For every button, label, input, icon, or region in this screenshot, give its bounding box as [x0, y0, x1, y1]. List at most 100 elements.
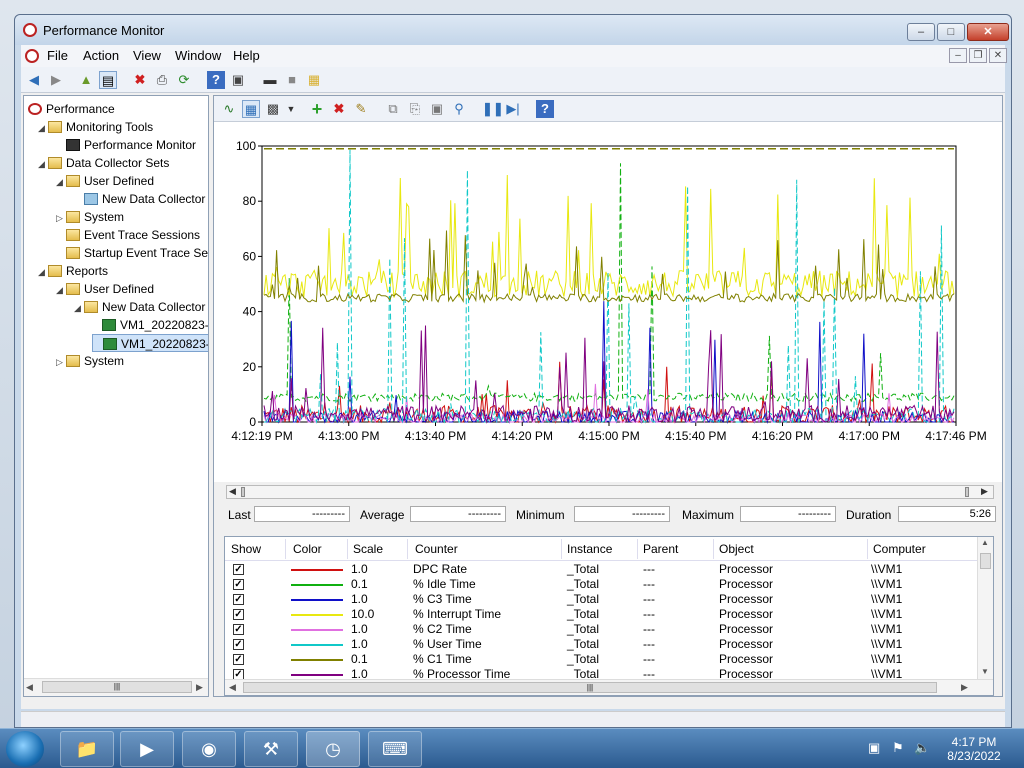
graph-canvas[interactable]: 100 80 60 40 20 04:12:19 PM 4:13:00 PM 4:13:40 …	[214, 122, 1002, 482]
performance-monitor-view-icon[interactable]: ▬	[261, 71, 279, 89]
counter-legend-table[interactable]: Show Color Scale Counter Instance Parent…	[224, 536, 994, 696]
tree-horizontal-scrollbar[interactable]: ◀ ||| ▶	[24, 678, 208, 696]
menu-help[interactable]: Help	[233, 48, 260, 63]
performance-monitor-taskbar-icon[interactable]: ◷	[306, 731, 360, 767]
column-separator[interactable]	[637, 539, 638, 559]
show-checkbox[interactable]: ✓	[233, 624, 244, 635]
minimize-button[interactable]: –	[907, 23, 935, 41]
legend-row[interactable]: ✓ 10.0 % Interrupt Time _Total --- Processor \…	[225, 607, 977, 622]
expanded-arrow-icon[interactable]: ◢	[38, 155, 48, 173]
zoom-icon[interactable]: ⚲	[450, 100, 468, 118]
column-header-show[interactable]: Show	[231, 542, 261, 556]
tree-node[interactable]: New Data Collector	[74, 190, 205, 208]
show-checkbox[interactable]: ✓	[233, 609, 244, 620]
print-icon[interactable]: ⎙	[153, 71, 171, 89]
change-graph-type-icon[interactable]: ▩	[264, 100, 282, 118]
copy-properties-icon[interactable]: ⧉	[384, 100, 402, 118]
media-player-taskbar-icon[interactable]: ▶	[120, 731, 174, 767]
legend-vertical-scrollbar[interactable]: ▲ ▼	[977, 537, 993, 679]
column-header-object[interactable]: Object	[719, 542, 754, 556]
title-bar[interactable]: Performance Monitor – □ ✕	[15, 15, 1011, 45]
tree-node[interactable]: Event Trace Sessions	[56, 226, 200, 244]
network-tray-icon[interactable]: ▣	[868, 740, 880, 756]
chrome-taskbar-icon[interactable]: ◉	[182, 731, 236, 767]
freeze-display-icon[interactable]: ❚❚	[482, 100, 504, 118]
tree-node[interactable]: ▷ System	[56, 352, 124, 370]
show-checkbox[interactable]: ✓	[233, 639, 244, 650]
stop-icon[interactable]: ■	[283, 71, 301, 89]
expanded-arrow-icon[interactable]: ◢	[38, 263, 48, 281]
legend-row[interactable]: ✓ 1.0 % User Time _Total --- Processor \\VM1	[225, 637, 977, 652]
start-button[interactable]	[6, 731, 44, 767]
child-restore-icon[interactable]: ❐	[969, 48, 987, 63]
action-center-tray-icon[interactable]: ⚑	[892, 740, 904, 756]
expanded-arrow-icon[interactable]: ◢	[38, 119, 48, 137]
paste-counter-list-icon[interactable]: ⎘	[406, 100, 424, 118]
column-header-scale[interactable]: Scale	[353, 542, 383, 556]
tree-node[interactable]: Performance	[28, 100, 115, 118]
add-counter-icon[interactable]: +	[308, 100, 326, 118]
tree-node[interactable]: ◢ New Data Collector	[74, 298, 205, 316]
scroll-right-icon[interactable]: ▶	[981, 486, 988, 497]
child-close-icon[interactable]: ✕	[989, 48, 1007, 63]
explorer-taskbar-icon[interactable]: 📁	[60, 731, 114, 767]
legend-horizontal-scrollbar[interactable]: ◀ ||| ▶	[225, 679, 993, 695]
range-end-handle[interactable]	[965, 487, 969, 497]
column-separator[interactable]	[867, 539, 868, 559]
legend-hscroll-thumb[interactable]: |||	[243, 682, 937, 693]
tree-node[interactable]: Startup Event Trace Ses	[56, 244, 208, 262]
column-separator[interactable]	[561, 539, 562, 559]
graph-type-dropdown-icon[interactable]: ▼	[282, 100, 300, 118]
clock[interactable]: 4:17 PM 8/23/2022	[936, 735, 1012, 763]
legend-row[interactable]: ✓ 0.1 % C1 Time _Total --- Processor \\VM1	[225, 652, 977, 667]
tree-node[interactable]: VM1_20220823-0	[92, 334, 208, 352]
maximize-button[interactable]: □	[937, 23, 965, 41]
help-icon[interactable]: ?	[536, 100, 554, 118]
show-checkbox[interactable]: ✓	[233, 654, 244, 665]
scroll-right-icon[interactable]: ▶	[961, 682, 968, 693]
show-hide-tree-icon[interactable]: ▤	[99, 71, 117, 89]
help-icon[interactable]: ?	[207, 71, 225, 89]
view-log-data-icon[interactable]: ▦	[242, 100, 260, 118]
column-separator[interactable]	[347, 539, 348, 559]
expanded-arrow-icon[interactable]: ◢	[56, 281, 66, 299]
child-minimize-icon[interactable]: –	[949, 48, 967, 63]
column-header-color[interactable]: Color	[293, 542, 322, 556]
column-header-counter[interactable]: Counter	[415, 542, 458, 556]
menu-action[interactable]: Action	[83, 48, 119, 63]
scroll-left-icon[interactable]: ◀	[26, 682, 33, 693]
scroll-left-icon[interactable]: ◀	[229, 682, 236, 693]
column-header-instance[interactable]: Instance	[567, 542, 612, 556]
refresh-icon[interactable]: ⟳	[175, 71, 193, 89]
menu-window[interactable]: Window	[175, 48, 221, 63]
update-data-icon[interactable]: ▶|	[504, 100, 522, 118]
column-separator[interactable]	[285, 539, 286, 559]
tree-node[interactable]: Performance Monitor	[56, 136, 196, 154]
forward-icon[interactable]: ▶	[47, 71, 65, 89]
remote-desktop-taskbar-icon[interactable]: ⌨	[368, 731, 422, 767]
scroll-down-icon[interactable]: ▼	[981, 667, 989, 676]
folder-icon[interactable]: ▦	[305, 71, 323, 89]
line-graph[interactable]: 100 80 60 40 20 0 4:12:19 PM 4:13:00 PM 4:13:40 …	[214, 122, 1002, 482]
scroll-up-icon[interactable]: ▲	[981, 538, 989, 547]
legend-row[interactable]: ✓ 0.1 % Idle Time _Total --- Processor \\VM1	[225, 577, 977, 592]
collapsed-arrow-icon[interactable]: ▷	[56, 209, 66, 227]
column-header-parent[interactable]: Parent	[643, 542, 678, 556]
legend-row[interactable]: ✓ 1.0 % C3 Time _Total --- Processor \\VM1	[225, 592, 977, 607]
tree-node[interactable]: ◢ Monitoring Tools	[38, 118, 153, 136]
back-icon[interactable]: ◀	[25, 71, 43, 89]
show-checkbox[interactable]: ✓	[233, 594, 244, 605]
legend-vscroll-thumb[interactable]	[980, 553, 991, 569]
column-separator[interactable]	[713, 539, 714, 559]
menu-view[interactable]: View	[133, 48, 161, 63]
system-menu-icon[interactable]	[25, 49, 39, 63]
tree-node[interactable]: ◢ User Defined	[56, 280, 154, 298]
legend-row[interactable]: ✓ 1.0 DPC Rate _Total --- Processor \\VM1	[225, 562, 977, 577]
properties-icon[interactable]: ▣	[229, 71, 247, 89]
column-header-computer[interactable]: Computer	[873, 542, 926, 556]
tree-node[interactable]: ▷ System	[56, 208, 124, 226]
navigation-tree[interactable]: Performance ◢ Monitoring Tools Performance …	[23, 95, 209, 697]
show-checkbox[interactable]: ✓	[233, 579, 244, 590]
range-start-handle[interactable]	[241, 487, 245, 497]
expanded-arrow-icon[interactable]: ◢	[74, 299, 84, 317]
